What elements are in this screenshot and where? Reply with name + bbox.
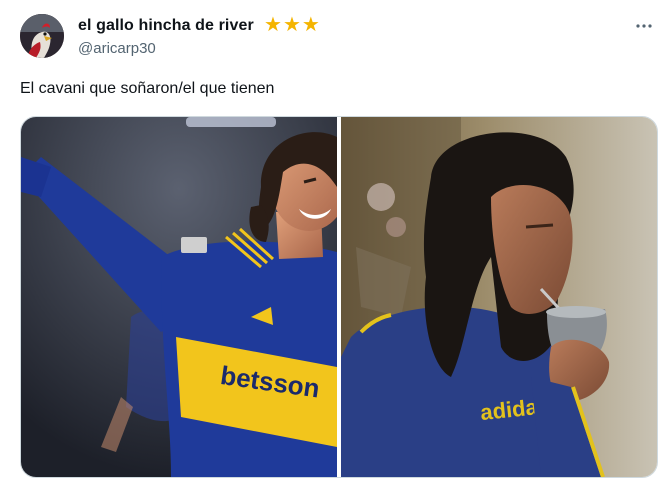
media-photo-left[interactable]: betsson <box>21 117 337 477</box>
star-icon: ★ <box>282 14 301 36</box>
author-display-name[interactable]: el gallo hincha de river <box>78 17 254 35</box>
media-grid: betsson adidas <box>20 116 658 478</box>
tweet-card: el gallo hincha de river ★ ★ ★ @aricarp3… <box>0 0 672 493</box>
star-icon: ★ <box>301 14 320 36</box>
more-options-button[interactable] <box>632 14 656 38</box>
more-options-icon <box>636 24 652 28</box>
star-icon: ★ <box>264 14 282 36</box>
author-handle[interactable]: @aricarp30 <box>78 40 156 57</box>
tweet-text: El cavani que soñaron/el que tienen <box>20 80 275 97</box>
media-photo-right[interactable]: adidas <box>341 117 657 477</box>
author-badges: ★ ★ ★ <box>264 15 320 35</box>
author-avatar[interactable] <box>20 14 64 58</box>
